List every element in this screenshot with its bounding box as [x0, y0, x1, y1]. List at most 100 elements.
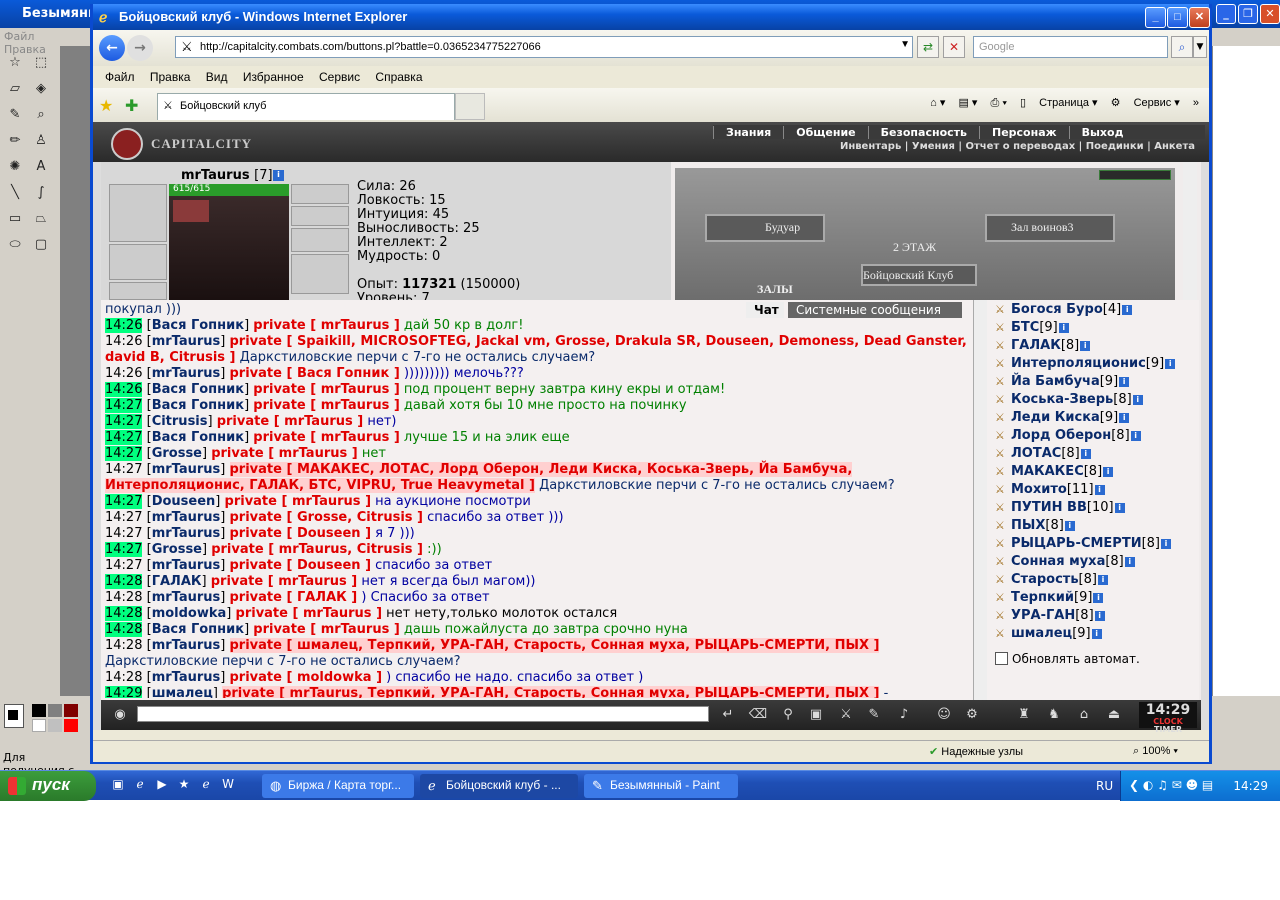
- user-action-icon[interactable]: ⚔: [995, 357, 1009, 370]
- filter-icon[interactable]: ⚲: [777, 704, 799, 726]
- fight-icon[interactable]: ⚔: [835, 704, 857, 726]
- tools-menu[interactable]: ⚙ Сервис ▾: [1111, 97, 1180, 109]
- chat-nick[interactable]: шмалец: [152, 686, 213, 698]
- chat-private[interactable]: private [ mrTaurus ]: [211, 574, 358, 589]
- boots-slot[interactable]: [291, 254, 349, 294]
- user-action-icon[interactable]: ⚔: [995, 519, 1009, 532]
- more-chevron-icon[interactable]: »: [1193, 97, 1199, 109]
- user-info-icon[interactable]: i: [1124, 557, 1135, 567]
- user-action-icon[interactable]: ⚔: [995, 465, 1009, 478]
- chat-private[interactable]: private [ шмалец, Терпкий, УРА-ГАН, Стар…: [229, 638, 880, 653]
- chat-private[interactable]: david B, Citrusis ]: [105, 350, 236, 365]
- user-name[interactable]: ПЫХ: [1011, 518, 1045, 533]
- user-action-icon[interactable]: ⚔: [995, 393, 1009, 406]
- refresh-icon[interactable]: ⇄: [917, 36, 939, 58]
- chat-nick[interactable]: mrTaurus: [152, 526, 221, 541]
- ql-word-icon[interactable]: W: [220, 777, 236, 793]
- user-name[interactable]: ГАЛАК: [1011, 338, 1061, 353]
- fill-icon[interactable]: ◈: [29, 77, 53, 101]
- chat-private[interactable]: private [ mrTaurus, Терпкий, УРА-ГАН, Ст…: [222, 686, 880, 698]
- user-info-icon[interactable]: i: [1119, 413, 1130, 423]
- minimize-icon[interactable]: _: [1145, 7, 1166, 28]
- group-icon[interactable]: ♞: [1043, 704, 1065, 726]
- home-icon[interactable]: ⌂ ▾: [930, 97, 945, 109]
- tab-combats[interactable]: ⚔ Бойцовский клуб: [157, 93, 455, 120]
- back-button[interactable]: ←: [99, 35, 125, 61]
- page-menu[interactable]: ▯ Страница ▾: [1020, 97, 1098, 109]
- clear-icon[interactable]: ⌫: [747, 704, 769, 726]
- user-item[interactable]: ⚔ Леди Киска[9] i: [995, 410, 1130, 428]
- user-action-icon[interactable]: ⚔: [995, 483, 1009, 496]
- chat-private[interactable]: private [ ГАЛАК ]: [230, 590, 358, 605]
- paint-minimize-icon[interactable]: _: [1216, 4, 1236, 24]
- game-subnav[interactable]: Инвентарь | Умения | Отчет о переводах |…: [793, 141, 1205, 155]
- nav-communication[interactable]: Общение: [783, 126, 867, 139]
- zoom-level[interactable]: ⌕ 100% ▾: [1133, 745, 1178, 758]
- user-action-icon[interactable]: ⚔: [995, 429, 1009, 442]
- chat-private[interactable]: private [ mrTaurus ]: [217, 414, 364, 429]
- map-warriors[interactable]: Зал воинов3: [1011, 220, 1074, 235]
- bag-icon[interactable]: ♜: [1013, 704, 1035, 726]
- checkbox-icon[interactable]: [995, 652, 1008, 665]
- user-action-icon[interactable]: ⚔: [995, 411, 1009, 424]
- user-name[interactable]: Старость: [1011, 572, 1079, 587]
- ring-slot[interactable]: [291, 206, 349, 226]
- chat-nick[interactable]: mrTaurus: [152, 670, 221, 685]
- user-item[interactable]: ⚔ Коська-Зверь[8] i: [995, 392, 1143, 410]
- taskbar-ie[interactable]: ℯ Бойцовский клуб - ...: [420, 774, 578, 798]
- paint-palette[interactable]: [0, 700, 90, 736]
- chat-nick[interactable]: mrTaurus: [152, 510, 221, 525]
- polygon-icon[interactable]: ⏢: [29, 207, 53, 231]
- chat-nick[interactable]: ГАЛАК: [152, 574, 202, 589]
- language-indicator[interactable]: RU: [1096, 779, 1113, 793]
- user-action-icon[interactable]: ⚔: [995, 501, 1009, 514]
- chat-nick[interactable]: mrTaurus: [152, 590, 221, 605]
- user-info-icon[interactable]: i: [1161, 539, 1172, 549]
- text-icon[interactable]: A: [29, 155, 53, 179]
- stop-icon[interactable]: ✕: [943, 36, 965, 58]
- add-favorites-icon[interactable]: ✚: [125, 96, 138, 115]
- user-action-icon[interactable]: ⚔: [995, 375, 1009, 388]
- map-halls[interactable]: ЗАЛЫ: [757, 282, 793, 297]
- paint-close-icon[interactable]: ✕: [1260, 4, 1280, 24]
- user-item[interactable]: ⚔ Старость[8] i: [995, 572, 1108, 590]
- chat-private[interactable]: private [ mrTaurus ]: [236, 606, 383, 621]
- search-icon[interactable]: ⌕: [1171, 36, 1193, 58]
- user-name[interactable]: ПУТИН ВВ: [1011, 500, 1087, 515]
- user-name[interactable]: Терпкий: [1011, 590, 1074, 605]
- user-action-icon[interactable]: ⚔: [995, 303, 1009, 316]
- user-name[interactable]: Мохито: [1011, 482, 1067, 497]
- ql-ie-icon[interactable]: ℯ: [132, 777, 148, 793]
- user-info-icon[interactable]: i: [1080, 449, 1091, 459]
- line-icon[interactable]: ╲: [3, 181, 27, 205]
- user-name[interactable]: Богося Буро: [1011, 302, 1103, 317]
- user-action-icon[interactable]: ⚔: [995, 321, 1009, 334]
- paint-menu-file[interactable]: Файл: [4, 30, 34, 43]
- chat-nick[interactable]: Вася Гопник: [152, 318, 244, 333]
- user-info-icon[interactable]: i: [1130, 431, 1141, 441]
- user-action-icon[interactable]: ⚔: [995, 555, 1009, 568]
- character-info-icon[interactable]: i: [273, 170, 284, 181]
- user-item[interactable]: ⚔ Лорд Оберон[8] i: [995, 428, 1141, 446]
- tab-chat[interactable]: Чат: [746, 302, 784, 318]
- user-item[interactable]: ⚔ Сонная муха[8] i: [995, 554, 1135, 572]
- user-name[interactable]: УРА-ГАН: [1011, 608, 1075, 623]
- sound-icon[interactable]: ♪: [893, 704, 915, 726]
- chat-private[interactable]: private [ mrTaurus ]: [253, 382, 400, 397]
- user-info-icon[interactable]: i: [1094, 485, 1105, 495]
- user-item[interactable]: ⚔ БТС[9] i: [995, 320, 1069, 338]
- chat-nick[interactable]: Grosse: [152, 446, 202, 461]
- user-name[interactable]: Лорд Оберон: [1011, 428, 1111, 443]
- ql-ie2-icon[interactable]: ℯ: [198, 777, 214, 793]
- user-action-icon[interactable]: ⚔: [995, 591, 1009, 604]
- chat-private[interactable]: private [ Grosse, Citrusis ]: [230, 510, 424, 525]
- chat-private[interactable]: Интерполяционис, ГАЛАК, БТС, VIPRU, True…: [105, 478, 535, 493]
- chat-nick[interactable]: mrTaurus: [152, 334, 221, 349]
- house-icon[interactable]: ⌂: [1073, 704, 1095, 726]
- chat-private[interactable]: private [ mrTaurus ]: [225, 494, 372, 509]
- user-item[interactable]: ⚔ Йа Бамбуча[9] i: [995, 374, 1130, 392]
- menu-favorites[interactable]: Избранное: [243, 70, 304, 84]
- chat-scrollbar[interactable]: [973, 300, 987, 700]
- address-input[interactable]: ⚔ http://capitalcity.combats.com/buttons…: [175, 36, 913, 58]
- autorefresh-checkbox[interactable]: Обновлять автомат.: [995, 652, 1140, 666]
